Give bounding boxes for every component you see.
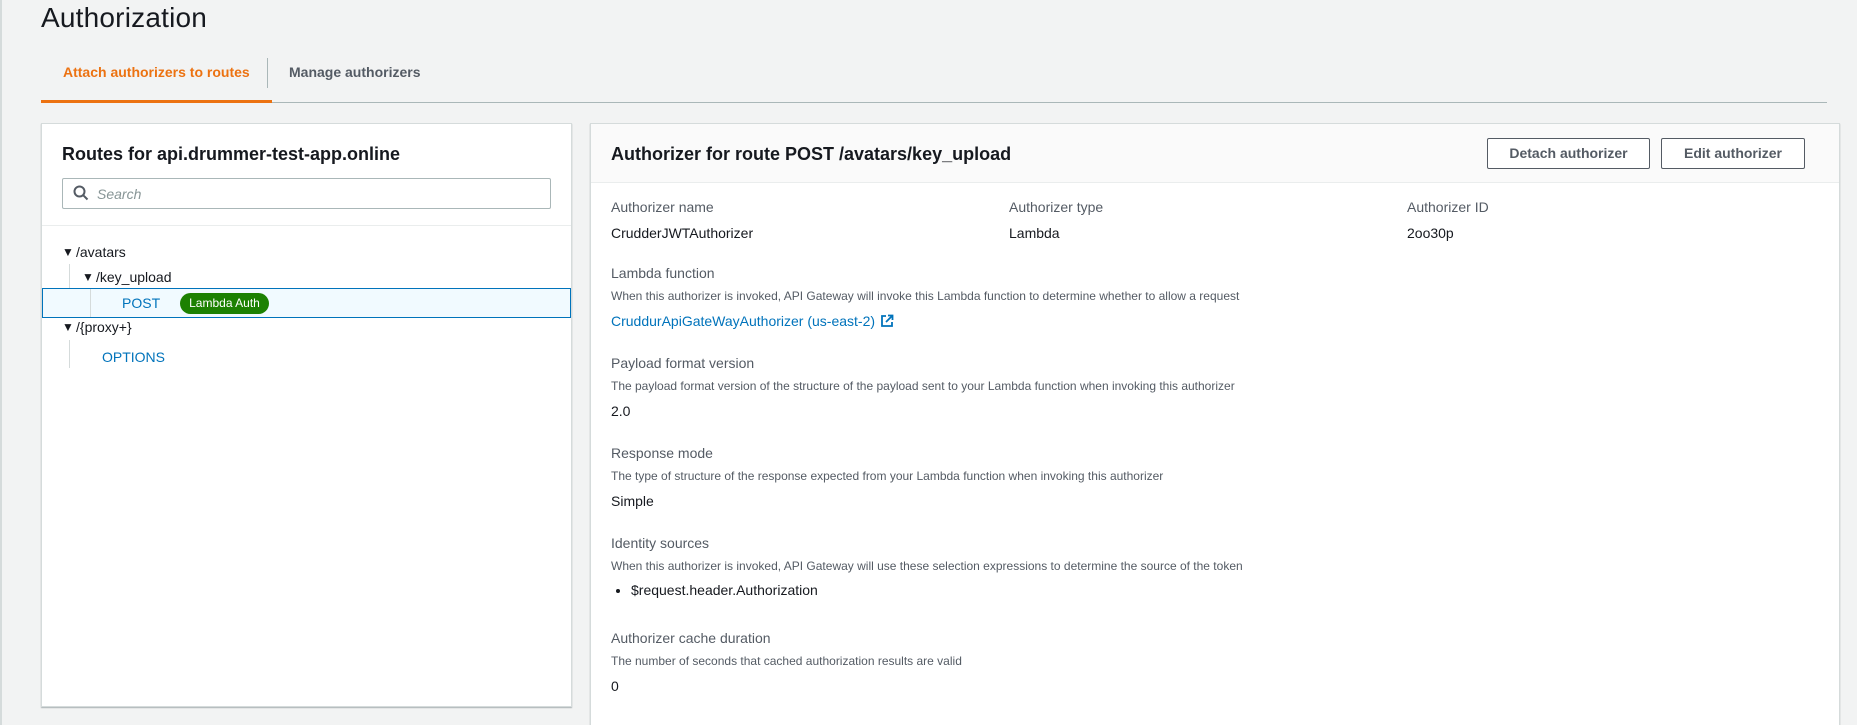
page-title: Authorization <box>41 2 208 33</box>
tree-item-label: /{proxy+} <box>76 319 132 335</box>
authorizer-id-label: Authorizer ID <box>1407 199 1489 215</box>
caret-down-icon[interactable]: ▼ <box>82 270 96 284</box>
caret-down-icon[interactable]: ▼ <box>62 245 76 259</box>
tree-item-method: OPTIONS <box>102 349 166 365</box>
identity-sources-description: When this authorizer is invoked, API Gat… <box>611 559 1243 573</box>
caret-down-icon[interactable]: ▼ <box>62 320 76 334</box>
cache-duration-field: Authorizer cache duration The number of … <box>611 630 962 694</box>
authorizer-detail-panel: Authorizer for route POST /avatars/key_u… <box>590 123 1840 725</box>
routes-panel: Routes for api.drummer-test-app.online ▼… <box>41 123 572 707</box>
authorizer-id-field: Authorizer ID 2oo30p <box>1407 199 1489 241</box>
lambda-function-link[interactable]: CruddurApiGateWayAuthorizer (us-east-2) <box>611 313 1239 329</box>
authorizer-type-field: Authorizer type Lambda <box>1009 199 1103 241</box>
response-mode-value: Simple <box>611 493 654 509</box>
page-left-border <box>0 0 2 725</box>
payload-format-field: Payload format version The payload forma… <box>611 355 1235 419</box>
cache-duration-description: The number of seconds that cached author… <box>611 654 962 668</box>
external-link-icon[interactable] <box>880 314 894 328</box>
search-icon <box>73 185 89 201</box>
identity-sources-label: Identity sources <box>611 535 710 551</box>
response-mode-description: The type of structure of the response ex… <box>611 469 1164 483</box>
lambda-function-link-text[interactable]: CruddurApiGateWayAuthorizer (us-east-2) <box>611 313 875 329</box>
authorizer-name-field: Authorizer name CrudderJWTAuthorizer <box>611 199 753 241</box>
routes-divider <box>42 225 571 226</box>
lambda-function-description: When this authorizer is invoked, API Gat… <box>611 289 1240 303</box>
authorizer-type-value: Lambda <box>1009 225 1060 241</box>
lambda-function-field: Lambda function When this authorizer is … <box>611 265 1239 329</box>
edit-authorizer-button[interactable]: Edit authorizer <box>1661 138 1805 169</box>
identity-sources-list: $request.header.Authorization <box>611 582 1243 598</box>
payload-format-label: Payload format version <box>611 355 755 371</box>
lambda-function-label: Lambda function <box>611 265 715 281</box>
identity-sources-field: Identity sources When this authorizer is… <box>611 535 1243 598</box>
response-mode-label: Response mode <box>611 445 713 461</box>
identity-source-item: $request.header.Authorization <box>631 582 1243 598</box>
cache-duration-value: 0 <box>611 678 619 694</box>
tab-manage-authorizers[interactable]: Manage authorizers <box>267 56 442 103</box>
payload-format-description: The payload format version of the struct… <box>611 379 1235 393</box>
tree-item-proxy[interactable]: ▼ /{proxy+} <box>42 312 571 342</box>
detail-title: Authorizer for route POST /avatars/key_u… <box>611 144 1012 164</box>
authorizer-id-value: 2oo30p <box>1407 225 1454 241</box>
payload-format-value: 2.0 <box>611 403 631 419</box>
tree-item-label: /avatars <box>76 244 126 260</box>
detail-header: Authorizer for route POST /avatars/key_u… <box>591 124 1839 183</box>
authorizer-type-label: Authorizer type <box>1009 199 1104 215</box>
search-box <box>62 178 551 209</box>
authorizer-name-value: CrudderJWTAuthorizer <box>611 225 754 241</box>
tab-attach-authorizers[interactable]: Attach authorizers to routes <box>41 56 272 103</box>
lambda-auth-badge: Lambda Auth <box>180 292 269 314</box>
response-mode-field: Response mode The type of structure of t… <box>611 445 1163 509</box>
detach-authorizer-button[interactable]: Detach authorizer <box>1487 138 1650 169</box>
tree-item-method: POST <box>122 295 161 311</box>
tree-item-options[interactable]: OPTIONS <box>42 342 571 372</box>
search-input[interactable] <box>97 183 537 205</box>
authorizer-name-label: Authorizer name <box>611 199 714 215</box>
tab-bar: Attach authorizers to routes Manage auth… <box>41 56 1827 103</box>
routes-title: Routes for api.drummer-test-app.online <box>62 144 401 164</box>
cache-duration-label: Authorizer cache duration <box>611 630 771 646</box>
tree-item-label: /key_upload <box>96 269 172 285</box>
